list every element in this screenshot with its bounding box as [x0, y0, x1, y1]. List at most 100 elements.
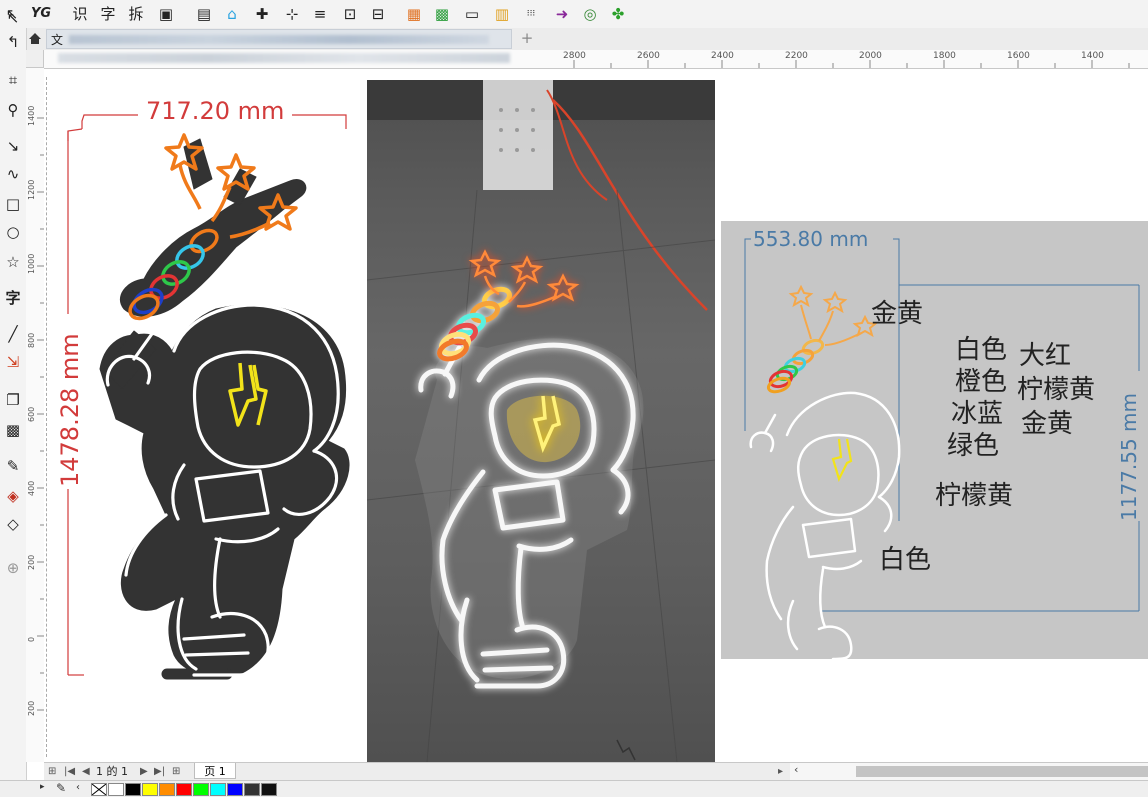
vertical-ruler[interactable]: 1400 1200 1000 800 600 400 200 0 200 — [26, 68, 45, 762]
tool-icon-b[interactable]: ▤ — [194, 3, 214, 25]
add-page-after-button[interactable]: ⊞ — [172, 763, 180, 780]
ellipse-tool[interactable]: ○ — [2, 220, 24, 244]
recognize-button[interactable]: 识 — [70, 3, 90, 25]
eyedropper-icon[interactable]: ✎ — [56, 781, 66, 795]
v-ruler-label: 1400 — [27, 105, 36, 126]
swatch-black[interactable] — [125, 783, 141, 796]
neon-photo-drawing — [367, 80, 715, 762]
label-lemon-yellow-2: 柠檬黄 — [935, 481, 1014, 511]
tool-icon-e[interactable]: ⊹ — [282, 3, 302, 25]
label-white-2: 白色 — [879, 545, 932, 575]
h-ruler-label: 2600 — [637, 51, 660, 61]
v-ruler-label: 200 — [27, 554, 36, 570]
tool-icon-p[interactable]: ✤ — [608, 3, 628, 25]
pick-tool[interactable]: ↖ — [2, 6, 24, 30]
next-page-button[interactable]: ▶ — [140, 763, 148, 780]
text-button[interactable]: 字 — [98, 3, 118, 25]
interactive-fill-tool[interactable]: ◈ — [2, 484, 24, 508]
h-ruler-label: 1400 — [1081, 51, 1104, 61]
tool-icon-o[interactable]: ◎ — [580, 3, 600, 25]
tool-icon-a[interactable]: ▣ — [156, 3, 176, 25]
page-list-scroll-button[interactable]: ▸ — [778, 763, 783, 780]
drop-shadow-tool[interactable]: ❐ — [2, 388, 24, 412]
label-lemon-yellow: 柠檬黄 — [1017, 375, 1096, 405]
v-ruler-label: 1000 — [27, 253, 36, 274]
v-ruler-label: 600 — [27, 406, 36, 422]
swatch-yellow[interactable] — [142, 783, 158, 796]
ruler-corner[interactable] — [26, 50, 44, 68]
yg-plugin-button[interactable]: YG — [28, 3, 54, 25]
swatch-green[interactable] — [193, 783, 209, 796]
polygon-tool[interactable]: ☆ — [2, 250, 24, 274]
tool-icon-f[interactable]: ≡ — [310, 3, 330, 25]
swatch-white[interactable] — [108, 783, 124, 796]
transparency-tool[interactable]: ▩ — [2, 418, 24, 442]
v-ruler-label: 800 — [27, 332, 36, 348]
drawing-canvas[interactable]: 717.20 mm 1478.28 mm 553.80 mm 1177.55 m… — [44, 69, 1148, 762]
tool-icon-d[interactable]: ✚ — [252, 3, 272, 25]
eyedropper-tool[interactable]: ✎ — [2, 454, 24, 478]
freehand-tool[interactable]: ↘ — [2, 134, 24, 158]
palette-scroll-arrow[interactable]: ▸ — [40, 782, 45, 792]
tool-icon-m[interactable]: ⁝⁝⁝ — [520, 3, 542, 25]
horizontal-scrollbar[interactable]: ‹ — [790, 762, 1148, 780]
label-gold-yellow-top: 金黄 — [871, 299, 924, 329]
scrollbar-thumb[interactable] — [856, 766, 1148, 777]
color-spec-drawing — [744, 238, 1140, 659]
swatch-red[interactable] — [176, 783, 192, 796]
h-ruler-label: 2200 — [785, 51, 808, 61]
page-tab-label: 页 1 — [204, 765, 226, 778]
swatch-blue[interactable] — [227, 783, 243, 796]
shape-tool[interactable]: ↰ — [2, 30, 24, 54]
rectangle-tool[interactable]: □ — [2, 192, 24, 216]
width-dimension-label-left: 717.20 mm — [146, 97, 285, 125]
horizontal-ruler[interactable]: 2800 2600 2400 2200 2000 1800 1600 1400 — [44, 50, 1148, 69]
text-tool[interactable]: 字 — [2, 286, 24, 310]
color-spec-panel[interactable]: 553.80 mm 1177.55 mm 金黄 白色 大红 橙色 柠檬黄 冰蓝 … — [721, 221, 1148, 659]
h-ruler-label: 2000 — [859, 51, 882, 61]
add-tab-button[interactable]: + — [518, 29, 536, 47]
tool-icon-h[interactable]: ⊟ — [368, 3, 388, 25]
tool-icon-k[interactable]: ▭ — [462, 3, 482, 25]
h-ruler-label: 1600 — [1007, 51, 1030, 61]
v-ruler-label: 0 — [27, 636, 36, 642]
blurred-tab-title — [69, 35, 489, 44]
page-tab-1[interactable]: 页 1 — [194, 763, 236, 779]
zoom-tool[interactable]: ⚲ — [2, 98, 24, 122]
crop-tool[interactable]: ⌗ — [2, 68, 24, 92]
blurred-ruler-area — [58, 53, 510, 63]
smart-fill-tool[interactable]: ◇ — [2, 512, 24, 536]
h-ruler-label: 2800 — [563, 51, 586, 61]
tool-icon-c[interactable]: ⌂ — [222, 3, 242, 25]
tool-icon-j[interactable]: ▩ — [432, 3, 452, 25]
neon-sign-photo[interactable] — [367, 80, 715, 762]
add-page-before-button[interactable]: ⊞ — [48, 763, 56, 780]
add-tool-button[interactable]: ⊕ — [2, 556, 24, 580]
artistic-media-tool[interactable]: ∿ — [2, 162, 24, 186]
home-icon[interactable] — [28, 32, 42, 45]
tool-icon-l[interactable]: ▥ — [492, 3, 512, 25]
swatch-dark-gray[interactable] — [244, 783, 260, 796]
tool-icon-g[interactable]: ⊡ — [340, 3, 360, 25]
split-button[interactable]: 拆 — [126, 3, 146, 25]
astronaut-outline-design[interactable] — [44, 69, 364, 762]
scroll-left-arrow[interactable]: ‹ — [794, 763, 798, 776]
first-page-button[interactable]: |◀ — [64, 763, 75, 780]
previous-page-button[interactable]: ◀ — [82, 763, 90, 780]
tool-icon-n[interactable]: ➜ — [552, 3, 572, 25]
label-big-red: 大红 — [1019, 341, 1072, 371]
height-dimension-label-right: 1177.55 mm — [1117, 392, 1141, 521]
last-page-button[interactable]: ▶| — [154, 763, 165, 780]
connector-tool[interactable]: ⇲ — [2, 350, 24, 374]
top-toolbar: ↖ YG 识 字 拆 ▣ ▤ ⌂ ✚ ⊹ ≡ ⊡ ⊟ ▦ ▩ ▭ ▥ ⁝⁝⁝ ➜… — [0, 0, 1148, 29]
no-color-swatch[interactable] — [91, 783, 107, 796]
swatch-cyan[interactable] — [210, 783, 226, 796]
dimension-tool[interactable]: ╱ — [2, 322, 24, 346]
document-tab-label: 文 — [51, 33, 64, 47]
document-tab[interactable]: 文 — [46, 29, 512, 49]
swatch-near-black[interactable] — [261, 783, 277, 796]
document-tab-bar: 文 + — [24, 28, 1148, 51]
tool-icon-i[interactable]: ▦ — [404, 3, 424, 25]
swatch-orange[interactable] — [159, 783, 175, 796]
palette-prev-arrow[interactable]: ‹ — [76, 782, 80, 793]
